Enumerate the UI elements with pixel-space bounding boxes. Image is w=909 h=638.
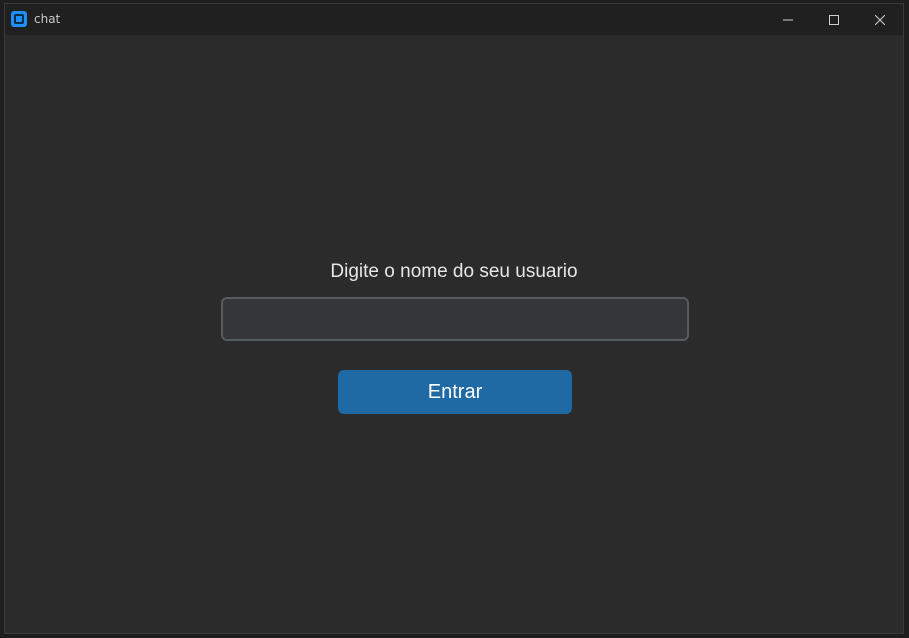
close-icon xyxy=(875,14,885,25)
login-panel: Digite o nome do seu usuario Entrar xyxy=(5,35,903,633)
maximize-icon xyxy=(829,14,839,25)
app-icon xyxy=(11,11,27,27)
title-bar[interactable]: chat xyxy=(5,4,903,35)
minimize-button[interactable] xyxy=(765,4,811,35)
username-prompt-label: Digite o nome do seu usuario xyxy=(330,261,578,282)
maximize-button[interactable] xyxy=(811,4,857,35)
window-title: chat xyxy=(34,12,61,26)
close-button[interactable] xyxy=(857,4,903,35)
enter-button[interactable]: Entrar xyxy=(338,370,572,414)
username-input[interactable] xyxy=(221,297,689,341)
minimize-icon xyxy=(783,19,793,20)
app-window: chat Digite o nome do seu usuario Entrar xyxy=(4,3,904,634)
